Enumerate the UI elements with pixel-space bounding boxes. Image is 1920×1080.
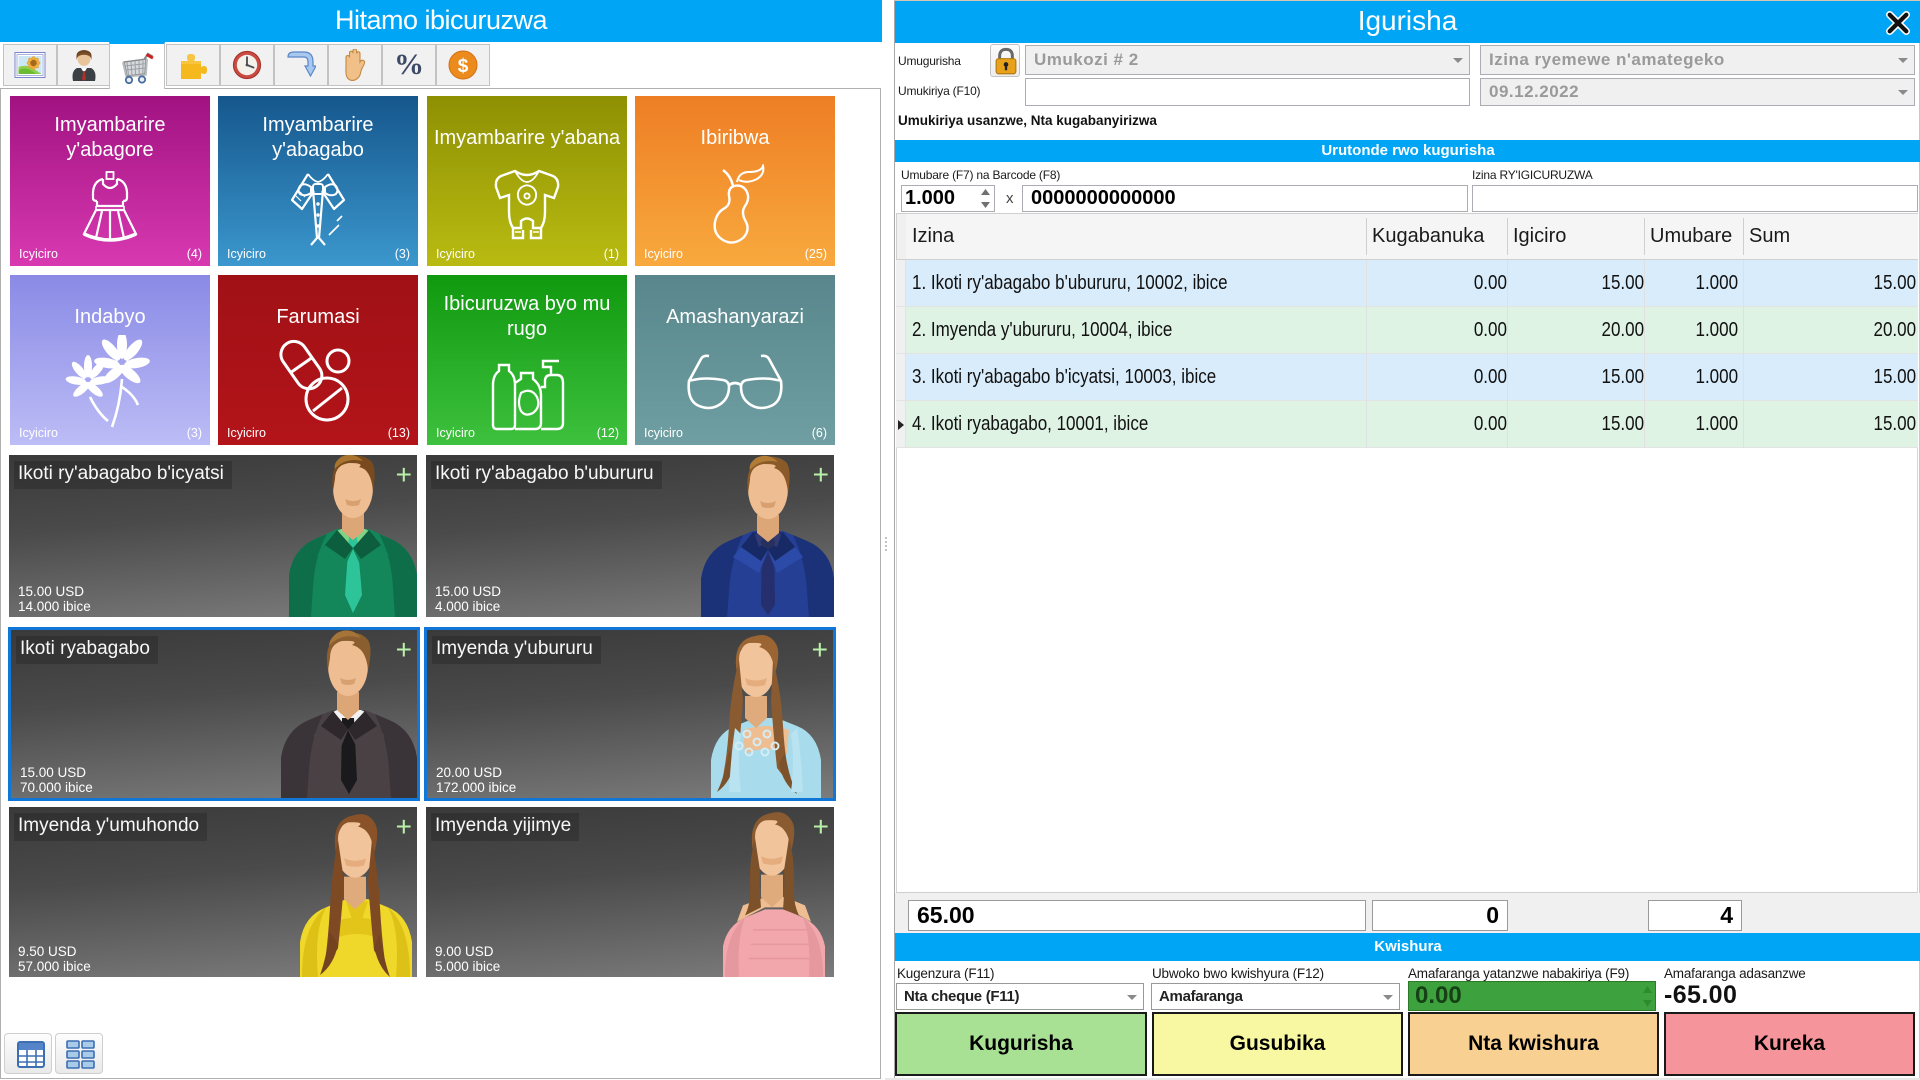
svg-text:$: $ — [458, 56, 469, 77]
